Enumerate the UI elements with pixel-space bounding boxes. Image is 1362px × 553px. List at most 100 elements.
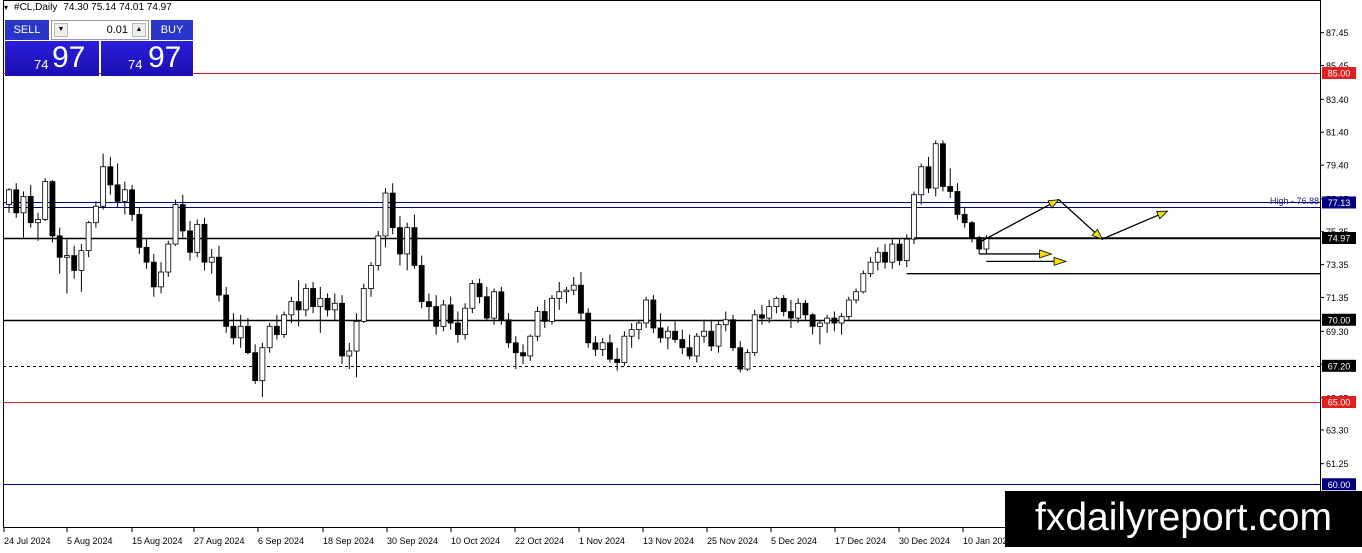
candle-body — [961, 214, 968, 224]
candle-body — [759, 314, 765, 319]
date-tick-label: 6 Sep 2024 — [258, 536, 304, 546]
candle-body — [469, 283, 476, 309]
candle-body — [230, 325, 237, 339]
ohlc-label: 74.30 75.14 74.01 74.97 — [63, 2, 172, 13]
sell-price-small: 74 — [34, 57, 49, 72]
candle-body — [129, 189, 135, 215]
candle-body — [650, 299, 657, 329]
price-tick-label: 87.45 — [1326, 28, 1349, 38]
watermark-logo: fxdailyreport.com — [1005, 491, 1362, 547]
sell-button[interactable]: SELL — [5, 20, 49, 40]
candle-body — [628, 329, 635, 337]
candle-body — [918, 166, 925, 196]
candle-body — [592, 342, 599, 350]
sell-price-box[interactable]: 74 97 — [5, 41, 99, 76]
candle-body — [310, 288, 316, 307]
candle-body — [71, 255, 78, 271]
candle-body — [375, 235, 382, 266]
date-tick-label: 30 Dec 2024 — [899, 536, 950, 546]
buy-price-big: 97 — [148, 41, 182, 74]
price-level-badge-label: 85.00 — [1328, 69, 1351, 79]
candle-body — [809, 314, 816, 327]
candle-body — [730, 319, 736, 349]
candle-body — [13, 189, 20, 214]
candle-body — [788, 311, 794, 319]
candle-body — [520, 352, 526, 357]
zigzag-projection — [978, 198, 1168, 244]
candle-body — [114, 184, 121, 202]
candle-body — [462, 307, 469, 335]
lot-increase-icon[interactable]: ▲ — [132, 23, 146, 37]
candle-body — [896, 243, 903, 261]
candle-body — [701, 330, 707, 337]
candle-body — [708, 330, 715, 347]
symbol-dropdown-icon[interactable]: ▾ — [4, 3, 8, 12]
candle-body — [831, 317, 838, 324]
candle-body — [541, 311, 548, 322]
chart-header: ▾ #CL,Daily 74.30 75.14 74.01 74.97 — [4, 2, 172, 13]
buy-price-small: 74 — [128, 57, 143, 72]
candle-body — [426, 301, 432, 307]
candle-body — [679, 339, 686, 349]
candle-body — [527, 335, 534, 357]
candle-body — [418, 265, 425, 303]
candle-body — [382, 192, 389, 237]
candle-body — [273, 325, 280, 335]
candle-body — [505, 319, 512, 344]
candle-body — [824, 317, 831, 324]
candle-body — [35, 219, 41, 224]
candle-body — [947, 186, 954, 192]
candle-body — [339, 302, 345, 357]
price-tick-label: 63.30 — [1326, 425, 1349, 435]
candle-body — [911, 194, 917, 240]
candle-body — [107, 166, 114, 186]
lot-size-control: ▼ ▲ — [51, 20, 149, 40]
candle-body — [744, 352, 751, 370]
price-tick-label: 69.30 — [1326, 327, 1349, 337]
candle-body — [867, 261, 874, 275]
candle-body — [969, 222, 975, 238]
candle-body — [853, 291, 859, 301]
candle-body — [693, 335, 700, 357]
price-tick-label: 81.40 — [1326, 128, 1349, 138]
candle-body — [259, 347, 266, 382]
candle-body — [751, 314, 758, 354]
price-chart[interactable]: 87.4585.4583.4081.4079.4077.3575.3573.35… — [0, 0, 1362, 553]
sell-price-big: 97 — [52, 41, 86, 74]
arrow-right-icon — [1053, 256, 1068, 266]
candle-body — [245, 325, 251, 354]
candle-body — [397, 227, 403, 255]
buy-button[interactable]: BUY — [151, 20, 193, 40]
price-level-badge-label: 60.00 — [1328, 480, 1351, 490]
price-tick-label: 73.35 — [1326, 260, 1349, 270]
candle-body — [940, 143, 946, 187]
date-tick-label: 22 Oct 2024 — [515, 536, 564, 546]
price-level-badge-label: 67.20 — [1328, 361, 1351, 371]
price-level-badge-label: 65.00 — [1328, 398, 1351, 408]
arrow-right-icon — [1039, 249, 1053, 259]
candle-body — [100, 166, 107, 207]
candle-body — [78, 250, 85, 271]
candle-body — [411, 227, 418, 266]
candle-body — [766, 306, 773, 319]
candle-body — [201, 223, 208, 263]
candle-body — [150, 261, 157, 288]
candle-body — [216, 256, 222, 296]
candle-body — [389, 192, 396, 229]
one-click-trading-panel: SELL ▼ ▲ BUY 74 97 74 97 — [5, 20, 193, 76]
candle-body — [447, 304, 454, 324]
candle-body — [534, 311, 541, 337]
candle-body — [317, 297, 324, 307]
lot-decrease-icon[interactable]: ▼ — [54, 23, 68, 37]
candle-body — [925, 166, 932, 189]
candle-body — [187, 230, 193, 253]
candle-body — [302, 288, 309, 311]
lot-size-input[interactable] — [70, 22, 128, 38]
candle-body — [643, 299, 650, 324]
candle-body — [578, 284, 584, 314]
candle-body — [722, 319, 729, 326]
arrowhead-icon — [1156, 210, 1169, 220]
date-tick-label: 30 Sep 2024 — [387, 536, 438, 546]
candle-body — [715, 324, 722, 347]
buy-price-box[interactable]: 74 97 — [101, 41, 193, 76]
